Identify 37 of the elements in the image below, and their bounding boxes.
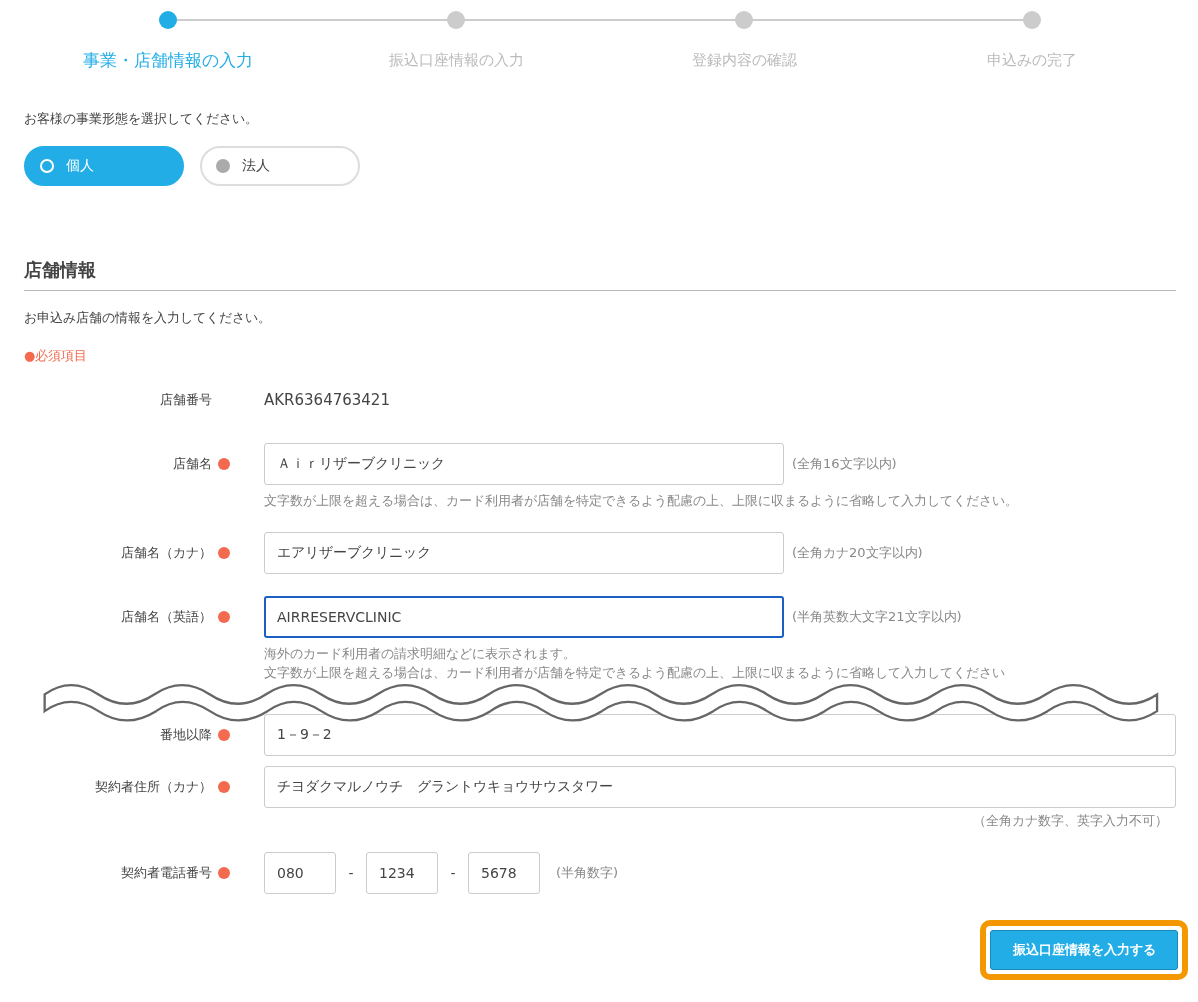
field-label: 番地以降: [160, 726, 212, 744]
phone-field[interactable]: 080: [264, 852, 336, 894]
radio-icon: [40, 159, 54, 173]
prompt-text: お客様の事業形態を選択してください。: [24, 110, 258, 128]
radio-icon: [216, 159, 230, 173]
required-note: ●必須項目: [24, 347, 88, 365]
field-label: 店舗名（英語）: [121, 608, 212, 626]
field-hint: (全角16文字以内): [792, 455, 897, 473]
phone-field[interactable]: 1234: [366, 852, 438, 894]
separator: -: [449, 865, 457, 881]
step-label: 振込口座情報の入力: [388, 51, 524, 70]
field-hint: (半角英数大文字21文字以内): [792, 608, 962, 626]
field-label: 契約者電話番号: [121, 864, 212, 882]
field-label: 店舗名（カナ）: [121, 544, 212, 562]
radio-option[interactable]: 法人: [200, 146, 360, 186]
field-label: 店舗番号: [160, 391, 212, 409]
phone-field[interactable]: 5678: [468, 852, 540, 894]
step-label: 申込みの完了: [987, 51, 1077, 70]
help-text: 文字数が上限を超える場合は、カード利用者が店舗を特定できるよう配慮の上、上限に収まるように省略して入力してください: [264, 664, 1006, 682]
section-title: 店舗情報: [24, 258, 1176, 291]
field-label: 店舗名: [173, 455, 212, 473]
store-number: AKR6364763421: [264, 391, 390, 409]
field-hint: (全角カナ20文字以内): [792, 544, 923, 562]
help-text: 文字数が上限を超える場合は、カード利用者が店舗を特定できるよう配慮の上、上限に収まるように省略して入力してください。: [264, 492, 1019, 510]
text-field[interactable]: 1－9－2: [264, 714, 1176, 756]
section-description: お申込み店舗の情報を入力してください。: [24, 309, 271, 327]
step-label: 登録内容の確認: [691, 51, 797, 70]
field-label: 契約者住所（カナ）: [95, 778, 212, 796]
separator: -: [347, 865, 355, 881]
text-field[interactable]: AIRRESERVCLINIC: [264, 596, 784, 638]
field-hint: （全角カナ数字、英字入力不可）: [973, 812, 1168, 830]
field-hint: (半角数字): [556, 864, 619, 882]
help-text: 海外のカード利用者の請求明細などに表示されます。: [264, 645, 577, 663]
step-label: 事業・店舗情報の入力: [83, 49, 253, 72]
text-field[interactable]: Ａｉｒリザーブクリニック: [264, 443, 784, 485]
text-field[interactable]: チヨダクマルノウチ グラントウキョウサウスタワー: [264, 766, 1176, 808]
text-field[interactable]: エアリザーブクリニック: [264, 532, 784, 574]
